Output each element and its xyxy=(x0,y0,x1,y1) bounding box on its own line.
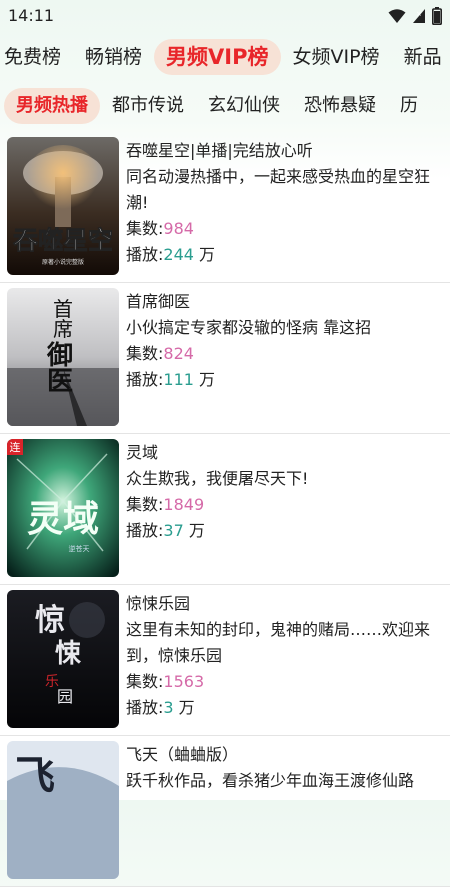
episode-count: 集数:1563 xyxy=(126,669,446,695)
play-count: 播放:244 万 xyxy=(126,242,446,268)
book-item[interactable]: 惊 悚 乐 园 惊悚乐园 这里有未知的封印，鬼神的赌局……欢迎来到，惊悚乐园 集… xyxy=(0,585,450,736)
book-info: 首席御医 小伙搞定专家都没辙的怪病 靠这招 集数:824 播放:111 万 xyxy=(126,289,446,393)
episode-value: 984 xyxy=(163,219,194,238)
tab-history[interactable]: 历 xyxy=(388,88,430,124)
book-list: 吞噬星空 原著小说完整版 吞噬星空|单播|完结放心听 同名动漫热播中，一起来感受… xyxy=(0,132,450,887)
play-unit: 万 xyxy=(183,521,205,540)
tab-new-ranking[interactable]: 新品 xyxy=(392,39,450,75)
book-info: 惊悚乐园 这里有未知的封印，鬼神的赌局……欢迎来到，惊悚乐园 集数:1563 播… xyxy=(126,591,446,721)
play-value: 37 xyxy=(163,521,184,540)
book-info: 灵域 众生欺我，我便屠尽天下! 集数:1849 播放:37 万 xyxy=(126,440,446,544)
cover-subtitle-text: 逆苍天 xyxy=(69,544,90,553)
play-count: 播放:3 万 xyxy=(126,695,446,721)
wifi-icon xyxy=(388,8,406,24)
status-time: 14:11 xyxy=(8,6,55,25)
episode-value: 824 xyxy=(163,344,194,363)
episode-count: 集数:984 xyxy=(126,216,446,242)
play-unit: 万 xyxy=(173,698,195,717)
cover-title-text: 园 xyxy=(57,687,73,706)
book-description: 同名动漫热播中，一起来感受热血的星空狂潮! xyxy=(126,167,431,212)
cover-title-text: 悚 xyxy=(55,639,82,669)
book-item[interactable]: 首 席 御 医 首席御医 小伙搞定专家都没辙的怪病 靠这招 集数:824 播放:… xyxy=(0,283,450,434)
cover-title-text: 医 xyxy=(47,367,73,397)
book-title: 首席御医 xyxy=(126,292,191,311)
play-value: 3 xyxy=(163,698,174,717)
book-cover: 首 席 御 医 xyxy=(7,288,119,426)
tab-female-vip-ranking[interactable]: 女频VIP榜 xyxy=(281,39,392,75)
episode-value: 1563 xyxy=(163,672,205,691)
book-item[interactable]: 飞 飞天（蛐蛐版） 跃千秋作品，看杀猪少年血海王渡修仙路 xyxy=(0,736,450,887)
cover-title-text: 飞 xyxy=(15,752,55,799)
book-item[interactable]: 连 灵域 逆苍天 灵域 众生欺我，我便屠尽天下! 集数:1849 播放:37 万 xyxy=(0,434,450,585)
book-cover: 飞 xyxy=(7,741,119,879)
cover-badge: 连 xyxy=(10,441,21,454)
play-count: 播放:111 万 xyxy=(126,367,446,393)
book-title: 惊悚乐园 xyxy=(126,594,191,613)
cover-subtitle-text: 原著小说完整版 xyxy=(42,258,84,266)
play-label: 播放: xyxy=(126,698,164,717)
episode-label: 集数: xyxy=(126,672,164,691)
play-label: 播放: xyxy=(126,370,164,389)
battery-icon xyxy=(432,7,442,25)
play-label: 播放: xyxy=(126,245,164,264)
play-label: 播放: xyxy=(126,521,164,540)
tab-bestseller-ranking[interactable]: 畅销榜 xyxy=(73,39,154,75)
svg-text:×: × xyxy=(416,10,422,18)
book-cover: 惊 悚 乐 园 xyxy=(7,590,119,728)
episode-label: 集数: xyxy=(126,219,164,238)
book-item[interactable]: 吞噬星空 原著小说完整版 吞噬星空|单播|完结放心听 同名动漫热播中，一起来感受… xyxy=(0,132,450,283)
play-unit: 万 xyxy=(193,245,216,264)
tab-urban-legend[interactable]: 都市传说 xyxy=(100,88,196,124)
play-count: 播放:37 万 xyxy=(126,518,446,544)
book-cover: 连 灵域 逆苍天 xyxy=(7,439,119,577)
cover-title-text: 吞噬星空 xyxy=(13,226,113,255)
book-title: 灵域 xyxy=(126,443,159,462)
book-description: 跃千秋作品，看杀猪少年血海王渡修仙路 xyxy=(126,771,415,790)
tab-fantasy[interactable]: 玄幻仙侠 xyxy=(196,88,292,124)
cover-title-text: 灵域 xyxy=(27,498,99,540)
book-title: 吞噬星空|单播|完结放心听 xyxy=(126,141,313,160)
tab-free-ranking[interactable]: 免费榜 xyxy=(0,39,73,75)
episode-count: 集数:824 xyxy=(126,341,446,367)
status-bar: 14:11 × xyxy=(0,0,450,32)
book-info: 飞天（蛐蛐版） 跃千秋作品，看杀猪少年血海王渡修仙路 xyxy=(126,742,446,794)
tab-male-vip-ranking[interactable]: 男频VIP榜 xyxy=(154,39,281,75)
book-description: 众生欺我，我便屠尽天下! xyxy=(126,469,309,488)
status-icons: × xyxy=(388,7,442,25)
ranking-tabs: 免费榜 畅销榜 男频VIP榜 女频VIP榜 新品 xyxy=(0,36,450,78)
tab-horror-suspense[interactable]: 恐怖悬疑 xyxy=(292,88,388,124)
play-value: 244 xyxy=(163,245,194,264)
tab-male-hot[interactable]: 男频热播 xyxy=(4,88,100,124)
book-cover: 吞噬星空 原著小说完整版 xyxy=(7,137,119,275)
play-value: 111 xyxy=(163,370,194,389)
cover-title-text: 席 xyxy=(53,317,73,341)
episode-label: 集数: xyxy=(126,495,164,514)
book-description: 这里有未知的封印，鬼神的赌局……欢迎来到，惊悚乐园 xyxy=(126,620,431,665)
episode-count: 集数:1849 xyxy=(126,492,446,518)
cellular-signal-icon: × xyxy=(412,8,426,24)
book-title: 飞天（蛐蛐版） xyxy=(126,745,239,764)
cover-title-text: 惊 xyxy=(35,603,65,638)
episode-value: 1849 xyxy=(163,495,205,514)
book-info: 吞噬星空|单播|完结放心听 同名动漫热播中，一起来感受热血的星空狂潮! 集数:9… xyxy=(126,138,446,268)
episode-label: 集数: xyxy=(126,344,164,363)
play-unit: 万 xyxy=(193,370,216,389)
book-description: 小伙搞定专家都没辙的怪病 靠这招 xyxy=(126,318,372,337)
category-tabs: 男频热播 都市传说 玄幻仙侠 恐怖悬疑 历 xyxy=(0,86,430,126)
